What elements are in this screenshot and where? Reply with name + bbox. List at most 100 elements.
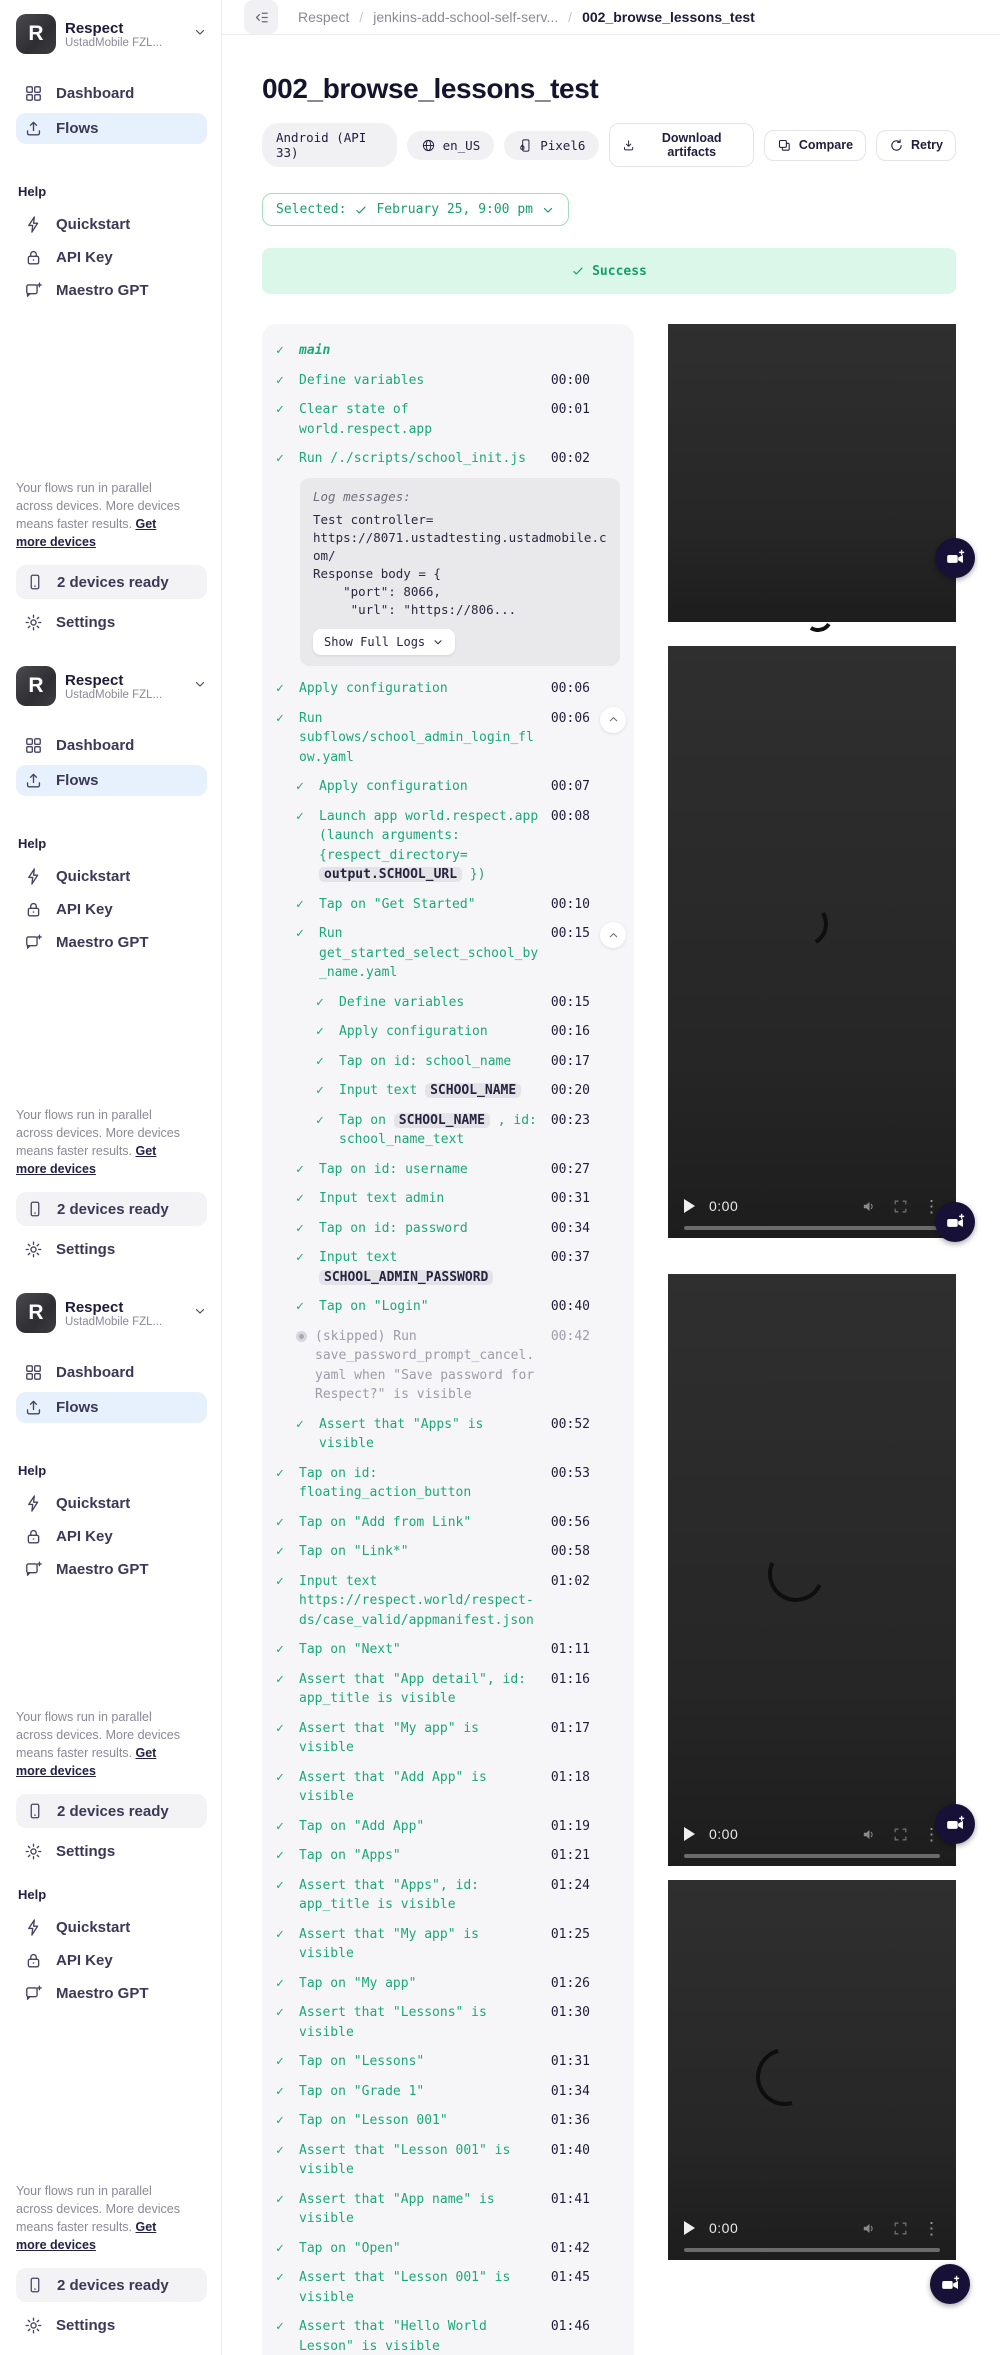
download-artifacts-button[interactable]: Download artifacts — [609, 123, 753, 167]
lock-icon — [24, 248, 43, 267]
video-player[interactable]: 0:00 ⋮ — [668, 646, 956, 1238]
step-row: ✓Assert that "Lesson 001" is visible01:4… — [276, 2136, 620, 2185]
step-timestamp: 00:10 — [548, 895, 590, 915]
video-progress-bar[interactable] — [684, 1854, 940, 1858]
workspace-switcher[interactable]: R Respect UstadMobile FZL... — [16, 14, 207, 54]
step-label: Run get_started_select_school_by_name.ya… — [319, 924, 540, 983]
step-row: ✓Input text admin00:31 — [296, 1184, 620, 1214]
sidebar-item-flows[interactable]: Flows — [16, 113, 207, 144]
sidebar-item-flows[interactable]: Flows — [16, 765, 207, 796]
step-row: ✓Assert that "My app" is visible01:17 — [276, 1714, 620, 1763]
check-icon: ✓ — [296, 1189, 311, 1209]
workspace-org: UstadMobile FZL... — [65, 37, 184, 49]
step-label: Tap on "Add App" — [299, 1817, 540, 1837]
play-button[interactable] — [684, 1199, 695, 1213]
step-timestamp: 01:26 — [548, 1974, 590, 1994]
flows-upload-icon — [24, 771, 43, 790]
sidebar-item-dashboard[interactable]: Dashboard — [16, 78, 207, 109]
collapse-step-button[interactable] — [600, 922, 626, 948]
sidebar-item-api-key[interactable]: API Key — [16, 242, 207, 273]
chevron-down-icon — [193, 25, 207, 44]
sidebar-item-settings[interactable]: Settings — [16, 1234, 207, 1265]
sidebar-item-api-key[interactable]: API Key — [16, 1521, 207, 1552]
step-row: ✓Tap on "Add from Link"00:56 — [276, 1508, 620, 1538]
dashboard-icon — [24, 736, 43, 755]
record-video-fab[interactable] — [935, 1202, 975, 1242]
step-timestamp: 01:41 — [548, 2190, 590, 2229]
breadcrumb-project[interactable]: Respect — [298, 9, 349, 25]
volume-icon[interactable] — [861, 2220, 878, 2237]
video-player[interactable]: 0:00 ⋮ — [668, 1880, 956, 2260]
video-player[interactable]: 0:00 ⋮ — [668, 1274, 956, 1866]
video-time: 0:00 — [709, 2220, 738, 2236]
log-text: Test controller= https://8071.ustadtesti… — [313, 511, 607, 620]
video-time: 0:00 — [709, 1826, 738, 1842]
sidebar-item-quickstart[interactable]: Quickstart — [16, 1488, 207, 1519]
step-label: Assert that "Add App" is visible — [299, 1768, 540, 1807]
video-progress-bar[interactable] — [684, 2248, 940, 2252]
sidebar-item-quickstart[interactable]: Quickstart — [16, 209, 207, 240]
sidebar-item-maestro-gpt[interactable]: Maestro GPT — [16, 927, 207, 958]
sidebar-item-dashboard[interactable]: Dashboard — [16, 1357, 207, 1388]
check-icon: ✓ — [276, 2003, 291, 2042]
sidebar-item-maestro-gpt[interactable]: Maestro GPT — [16, 275, 207, 306]
video-player[interactable] — [668, 324, 956, 622]
collapse-step-button[interactable] — [600, 707, 626, 733]
kebab-menu-icon[interactable]: ⋮ — [923, 2220, 940, 2237]
device-icon — [26, 2276, 44, 2294]
show-full-logs-button[interactable]: Show Full Logs — [313, 629, 455, 655]
devices-ready-button[interactable]: 2 devices ready — [16, 1192, 207, 1226]
step-timestamp: 00:53 — [548, 1464, 590, 1503]
devices-ready-button[interactable]: 2 devices ready — [16, 2268, 207, 2302]
step-label: Assert that "Lesson 001" is visible — [299, 2268, 540, 2307]
sidebar-item-api-key[interactable]: API Key — [16, 894, 207, 925]
play-button[interactable] — [684, 2221, 695, 2235]
fullscreen-icon[interactable] — [892, 1826, 909, 1843]
step-row: ✓Apply configuration00:07 — [296, 772, 620, 802]
sidebar-item-settings[interactable]: Settings — [16, 607, 207, 638]
step-label: main — [299, 341, 540, 361]
record-video-fab[interactable] — [935, 1804, 975, 1844]
fullscreen-icon[interactable] — [892, 2220, 909, 2237]
breadcrumb-run[interactable]: jenkins-add-school-self-serv... — [373, 9, 558, 25]
sidebar-collapse-button[interactable] — [244, 0, 278, 34]
step-label: Tap on "Get Started" — [319, 895, 540, 915]
sidebar-item-quickstart[interactable]: Quickstart — [16, 861, 207, 892]
fullscreen-icon[interactable] — [892, 1198, 909, 1215]
check-icon: ✓ — [276, 449, 291, 469]
meta-row: Android (API 33) en_US Pixel6 Download a… — [262, 123, 956, 167]
step-label: Tap on "Next" — [299, 1640, 540, 1660]
step-row: (skipped) Run save_password_prompt_cance… — [296, 1322, 620, 1410]
sidebar-item-settings[interactable]: Settings — [16, 1836, 207, 1867]
workspace-switcher[interactable]: R Respect UstadMobile FZL... — [16, 666, 207, 706]
step-row: ✓Tap on id: password00:34 — [296, 1214, 620, 1244]
video-progress-bar[interactable] — [684, 1226, 940, 1230]
sidebar-item-dashboard[interactable]: Dashboard — [16, 730, 207, 761]
compare-icon — [777, 138, 792, 153]
record-video-fab[interactable] — [935, 538, 975, 578]
check-icon: ✓ — [316, 1052, 331, 1072]
record-video-fab[interactable] — [930, 2264, 970, 2304]
step-timestamp: 00:42 — [548, 1327, 590, 1405]
volume-icon[interactable] — [861, 1826, 878, 1843]
sidebar-item-maestro-gpt[interactable]: Maestro GPT — [16, 1978, 207, 2009]
check-icon: ✓ — [276, 2082, 291, 2102]
selected-run-dropdown[interactable]: Selected: February 25, 9:00 pm — [262, 193, 569, 226]
step-timestamp: 01:31 — [548, 2052, 590, 2072]
sidebar-item-maestro-gpt[interactable]: Maestro GPT — [16, 1554, 207, 1585]
workspace-switcher[interactable]: R Respect UstadMobile FZL... — [16, 1293, 207, 1333]
sidebar-item-quickstart[interactable]: Quickstart — [16, 1912, 207, 1943]
devices-ready-button[interactable]: 2 devices ready — [16, 565, 207, 599]
retry-button[interactable]: Retry — [876, 130, 956, 161]
volume-icon[interactable] — [861, 1198, 878, 1215]
step-timestamp: 00:31 — [548, 1189, 590, 1209]
devices-ready-button[interactable]: 2 devices ready — [16, 1794, 207, 1828]
sidebar-item-settings[interactable]: Settings — [16, 2310, 207, 2341]
sidebar-item-api-key[interactable]: API Key — [16, 1945, 207, 1976]
play-button[interactable] — [684, 1827, 695, 1841]
compare-button[interactable]: Compare — [764, 130, 866, 161]
sidebar-item-flows[interactable]: Flows — [16, 1392, 207, 1423]
step-label: Apply configuration — [299, 679, 540, 699]
retry-label: Retry — [911, 138, 943, 152]
devices-promo-text: Your flows run in parallel across device… — [16, 2182, 181, 2255]
